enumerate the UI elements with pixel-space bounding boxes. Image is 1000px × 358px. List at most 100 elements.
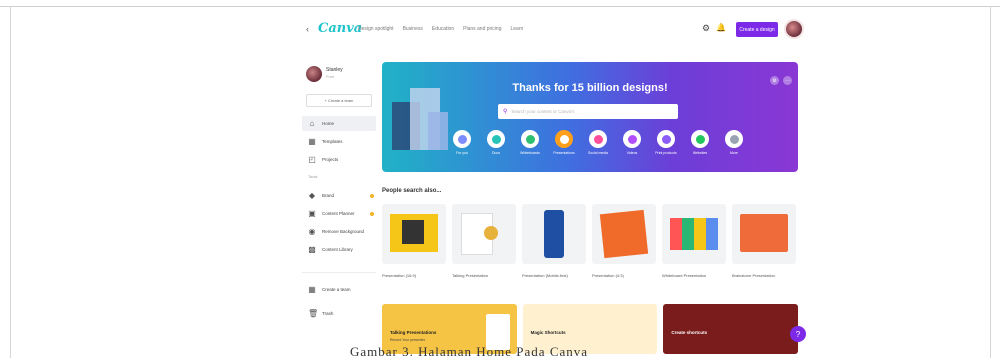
settings-icon[interactable]: ⚙ (770, 76, 779, 85)
template-thumbnail (662, 204, 726, 264)
window-top-border (0, 6, 1000, 7)
trash-icon: 🗑 (308, 309, 319, 318)
nav-links: Design spotlight Business Education Plan… (358, 26, 523, 32)
template-thumbnail (452, 204, 516, 264)
template-label: Talking Presentation (452, 273, 489, 278)
feature-card-title: Create shortcuts (671, 330, 708, 335)
avatar[interactable] (784, 19, 804, 39)
top-navigation: ‹ Canva Design spotlight Business Educat… (298, 14, 812, 44)
projects-icon: ◰ (308, 155, 316, 164)
sidebar-item-label: Brand (322, 193, 335, 198)
template-tile[interactable]: Brainstorm Presentation (732, 204, 796, 278)
canva-logo[interactable]: Canva (318, 21, 362, 36)
template-label: Brainstorm Presentation (732, 273, 775, 278)
library-icon: ▩ (308, 245, 316, 254)
window-right-border (990, 6, 991, 358)
category-label: Presentations (553, 151, 575, 155)
category-item[interactable]: Videos (618, 130, 646, 155)
sidebar-item-label: Home (322, 121, 335, 126)
brand-icon: ◆ (308, 191, 316, 200)
nav-link-education[interactable]: Education (432, 26, 454, 32)
feature-card-title: Talking Presentations (390, 330, 437, 335)
template-tile[interactable]: Presentation (4:3) (592, 204, 656, 278)
category-icon (725, 130, 743, 148)
sidebar-item-label: Templates (322, 139, 343, 144)
settings-icon[interactable]: ⚙ (702, 23, 710, 34)
category-label: Websites (692, 151, 708, 155)
nav-link-design-spotlight[interactable]: Design spotlight (358, 26, 394, 32)
category-item[interactable]: For you (448, 130, 476, 155)
template-label: Presentation (16:9) (382, 273, 417, 278)
category-item[interactable]: Social media (584, 130, 612, 155)
category-item[interactable]: Presentations (550, 130, 578, 155)
user-name: Stanley (326, 67, 343, 73)
create-design-button[interactable]: Create a design (736, 22, 778, 37)
create-team-button[interactable]: + Create a team (306, 94, 372, 107)
category-label: Docs (492, 151, 500, 155)
category-item[interactable]: Whiteboards (516, 130, 544, 155)
template-tile[interactable]: Whiteboard Presentation (662, 204, 726, 278)
home-icon: ⌂ (309, 119, 315, 128)
category-item[interactable]: Websites (686, 130, 714, 155)
remove-bg-icon: ◉ (308, 227, 316, 236)
sidebar-item-label: Content Planner (322, 211, 355, 216)
category-icon (691, 130, 709, 148)
canva-home-screen: ‹ Canva Design spotlight Business Educat… (298, 14, 812, 354)
category-shortcuts: For you Docs Whiteboards Presentations Socia… (448, 130, 748, 155)
nav-link-learn[interactable]: Learn (510, 26, 523, 32)
sidebar-section-label: Tools (308, 174, 318, 179)
sidebar-item-label: Content Library (322, 247, 353, 252)
nav-link-plans-pricing[interactable]: Plans and pricing (463, 26, 501, 32)
team-icon: ▦ (308, 285, 316, 294)
window-left-border (10, 6, 11, 358)
more-icon[interactable]: ⋯ (783, 76, 792, 85)
template-label: Presentation (4:3) (592, 273, 624, 278)
sidebar: Stanley Free + Create a team ⌂ Home ▦ Te… (298, 58, 378, 354)
sidebar-item-brand[interactable]: ◆ Brand (302, 188, 376, 203)
search-placeholder: Search your content or Canva's (511, 109, 575, 114)
category-icon (589, 130, 607, 148)
category-item[interactable]: Print products (652, 130, 680, 155)
template-thumbnail (382, 204, 446, 264)
sidebar-item-label: Remove Background (322, 229, 365, 234)
user-plan: Free (326, 74, 335, 79)
template-tile[interactable]: Talking Presentation (452, 204, 516, 278)
hero-banner: Thanks for 15 billion designs! ⚲ Search … (382, 62, 798, 172)
category-item[interactable]: More (720, 130, 748, 155)
search-input[interactable]: ⚲ Search your content or Canva's (498, 104, 678, 119)
sidebar-item-content-library[interactable]: ▩ Content Library (302, 242, 376, 257)
planner-icon: ▣ (308, 209, 316, 218)
bell-icon[interactable]: 🔔 (716, 23, 726, 32)
nav-link-business[interactable]: Business (403, 26, 423, 32)
user-avatar[interactable] (306, 66, 322, 82)
templates-icon: ▦ (308, 137, 316, 146)
category-item[interactable]: Docs (482, 130, 510, 155)
figure-caption: Gambar 3. Halaman Home Pada Canva (350, 344, 589, 358)
template-tile[interactable]: Presentation (Mobile-first) (522, 204, 586, 278)
sidebar-item-label: Create a team (322, 287, 351, 292)
template-thumbnail (592, 204, 656, 264)
template-tile[interactable]: Presentation (16:9) (382, 204, 446, 278)
hero-title: Thanks for 15 billion designs! (512, 82, 668, 94)
category-icon (657, 130, 675, 148)
sidebar-item-templates[interactable]: ▦ Templates (302, 134, 376, 149)
section-title: People search also... (382, 188, 442, 194)
sidebar-item-home[interactable]: ⌂ Home (302, 116, 376, 131)
sidebar-item-projects[interactable]: ◰ Projects (302, 152, 376, 167)
sidebar-item-create-team[interactable]: ▦ Create a team (302, 282, 376, 297)
category-label: Social media (587, 151, 609, 155)
sidebar-item-trash[interactable]: 🗑 Trash (302, 306, 376, 321)
feature-card[interactable]: Create shortcuts (663, 304, 799, 354)
help-button[interactable]: ? (790, 326, 806, 342)
feature-card-subtitle: Record Your presenter (390, 338, 426, 342)
sidebar-item-remove-background[interactable]: ◉ Remove Background (302, 224, 376, 239)
category-label: Whiteboards (520, 151, 540, 155)
category-icon (623, 130, 641, 148)
sidebar-item-content-planner[interactable]: ▣ Content Planner (302, 206, 376, 221)
category-label: Print products (655, 151, 677, 155)
template-thumbnail (732, 204, 796, 264)
status-badge (370, 194, 374, 198)
chevron-left-icon[interactable]: ‹ (306, 24, 309, 34)
template-tiles: Presentation (16:9) Talking Presentation P… (382, 204, 798, 278)
template-thumbnail (522, 204, 586, 264)
